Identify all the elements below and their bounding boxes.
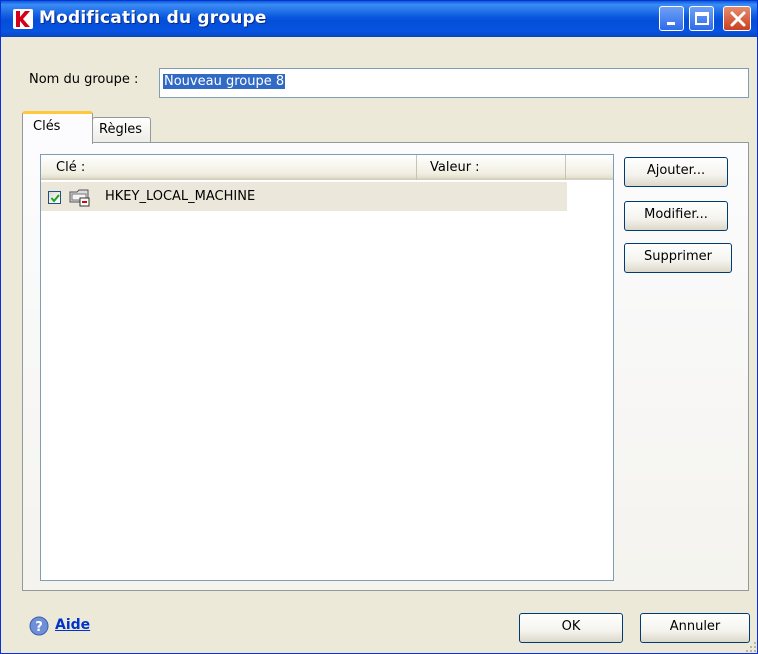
keys-list[interactable]: Clé : Valeur : HKEY_LOCAL_MACHINE xyxy=(40,154,614,581)
row-checkbox[interactable] xyxy=(48,191,61,204)
svg-text:?: ? xyxy=(35,620,43,635)
delete-button-label: Supprimer xyxy=(644,249,712,264)
ok-button[interactable]: OK xyxy=(519,613,623,643)
column-header-value[interactable]: Valeur : xyxy=(417,155,566,180)
title-bar[interactable]: Modification du groupe xyxy=(1,1,757,37)
tab-cles-label: Clés xyxy=(33,119,61,134)
cancel-button[interactable]: Annuler xyxy=(640,613,750,643)
help-icon: ? xyxy=(29,616,49,636)
maximize-icon xyxy=(695,12,709,25)
column-header-key[interactable]: Clé : xyxy=(41,155,417,180)
tab-regles-label: Règles xyxy=(99,122,143,137)
checkmark-icon xyxy=(50,194,60,203)
table-row[interactable]: HKEY_LOCAL_MACHINE xyxy=(41,182,567,211)
add-button[interactable]: Ajouter... xyxy=(624,157,728,187)
kaspersky-logo-icon xyxy=(13,9,33,29)
group-name-value: Nouveau groupe 8 xyxy=(163,74,286,89)
modify-button-label: Modifier... xyxy=(644,207,708,222)
ok-button-label: OK xyxy=(561,619,581,634)
row-key-text: HKEY_LOCAL_MACHINE xyxy=(105,189,256,204)
cancel-button-label: Annuler xyxy=(669,619,721,634)
modify-button[interactable]: Modifier... xyxy=(624,201,728,231)
help-link-label: Aide xyxy=(55,617,91,633)
minimize-button[interactable] xyxy=(659,6,684,31)
tab-cles[interactable]: Clés xyxy=(22,111,93,144)
close-button[interactable] xyxy=(723,6,751,31)
window-title: Modification du groupe xyxy=(39,8,267,28)
tab-regles[interactable]: Règles xyxy=(92,117,151,143)
group-name-input[interactable]: Nouveau groupe 8 xyxy=(159,68,749,98)
dialog-window: Modification du groupe Nom du groupe : N… xyxy=(0,0,758,654)
add-button-label: Ajouter... xyxy=(646,163,706,178)
group-name-label: Nom du groupe : xyxy=(29,72,139,87)
resize-grip-icon[interactable] xyxy=(745,641,757,653)
list-header: Clé : Valeur : xyxy=(41,155,613,180)
minimize-icon xyxy=(667,22,675,25)
delete-button[interactable]: Supprimer xyxy=(624,243,732,273)
maximize-button[interactable] xyxy=(689,6,714,31)
column-header-key-label: Clé : xyxy=(56,160,86,175)
registry-key-icon xyxy=(69,189,90,207)
close-icon xyxy=(730,11,746,27)
column-header-value-label: Valeur : xyxy=(430,160,480,175)
